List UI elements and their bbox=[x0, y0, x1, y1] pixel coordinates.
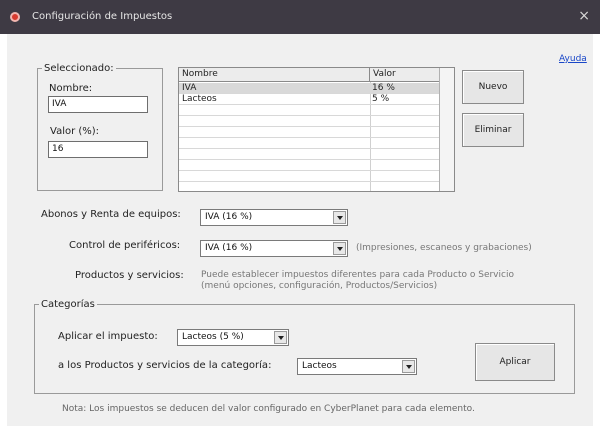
empty-row bbox=[179, 105, 440, 116]
column-header-name[interactable]: Nombre bbox=[179, 68, 370, 82]
category-label: a los Productos y servicios de la catego… bbox=[58, 360, 272, 371]
name-label: Nombre: bbox=[49, 83, 93, 94]
apply-tax-select[interactable]: Lacteos (5 %) bbox=[177, 329, 289, 346]
chevron-down-icon[interactable] bbox=[402, 360, 415, 373]
empty-row bbox=[179, 138, 440, 149]
category-select-value: Lacteos bbox=[302, 361, 337, 371]
categorias-legend: Categorías bbox=[41, 299, 95, 310]
control-select[interactable]: IVA (16 %) bbox=[200, 240, 348, 257]
row-name-cell: Lacteos bbox=[182, 94, 217, 104]
column-header-value[interactable]: Valor bbox=[370, 68, 440, 82]
empty-row bbox=[179, 171, 440, 182]
table-row[interactable]: Lacteos 5 % bbox=[179, 94, 440, 105]
name-input[interactable]: IVA bbox=[48, 96, 148, 113]
close-icon[interactable]: × bbox=[578, 8, 590, 24]
help-link[interactable]: Ayuda bbox=[559, 54, 587, 64]
row-value-cell: 5 % bbox=[372, 94, 390, 104]
apply-tax-select-value: Lacteos (5 %) bbox=[182, 332, 244, 342]
abonos-select[interactable]: IVA (16 %) bbox=[200, 209, 348, 226]
empty-row bbox=[179, 149, 440, 160]
dialog-body: Ayuda Seleccionado: Nombre: IVA Valor (%… bbox=[7, 34, 593, 426]
empty-row bbox=[179, 116, 440, 127]
value-label: Valor (%): bbox=[50, 126, 100, 137]
selected-group-legend: Seleccionado: bbox=[44, 63, 114, 74]
taxes-grid[interactable]: Nombre Valor IVA 16 % Lacteos 5 % bbox=[178, 67, 455, 192]
window-title: Configuración de Impuestos bbox=[32, 11, 173, 22]
empty-row bbox=[179, 127, 440, 138]
row-name-cell: IVA bbox=[182, 83, 197, 93]
apply-tax-label: Aplicar el impuesto: bbox=[58, 331, 158, 342]
productos-info-line2: (menú opciones, configuración, Productos… bbox=[201, 281, 438, 291]
productos-label: Productos y servicios: bbox=[75, 270, 184, 281]
aplicar-button[interactable]: Aplicar bbox=[475, 343, 555, 381]
table-row[interactable]: IVA 16 % bbox=[179, 83, 440, 94]
abonos-label: Abonos y Renta de equipos: bbox=[41, 209, 181, 220]
title-bar: Configuración de Impuestos × bbox=[0, 0, 600, 34]
control-hint: (Impresiones, escaneos y grabaciones) bbox=[356, 243, 532, 253]
category-select[interactable]: Lacteos bbox=[297, 358, 417, 375]
productos-info-line1: Puede establecer impuestos diferentes pa… bbox=[201, 270, 514, 280]
chevron-down-icon[interactable] bbox=[333, 242, 346, 255]
value-input[interactable]: 16 bbox=[48, 141, 148, 158]
app-icon bbox=[10, 12, 20, 22]
empty-row bbox=[179, 160, 440, 171]
row-value-cell: 16 % bbox=[372, 83, 395, 93]
control-select-value: IVA (16 %) bbox=[205, 243, 253, 253]
footer-note: Nota: Los impuestos se deducen del valor… bbox=[62, 404, 475, 414]
control-label: Control de periféricos: bbox=[69, 240, 181, 251]
chevron-down-icon[interactable] bbox=[274, 331, 287, 344]
eliminar-button[interactable]: Eliminar bbox=[462, 113, 524, 147]
vertical-scrollbar[interactable] bbox=[439, 68, 454, 191]
abonos-select-value: IVA (16 %) bbox=[205, 212, 253, 222]
nuevo-button[interactable]: Nuevo bbox=[462, 70, 524, 104]
chevron-down-icon[interactable] bbox=[333, 211, 346, 224]
